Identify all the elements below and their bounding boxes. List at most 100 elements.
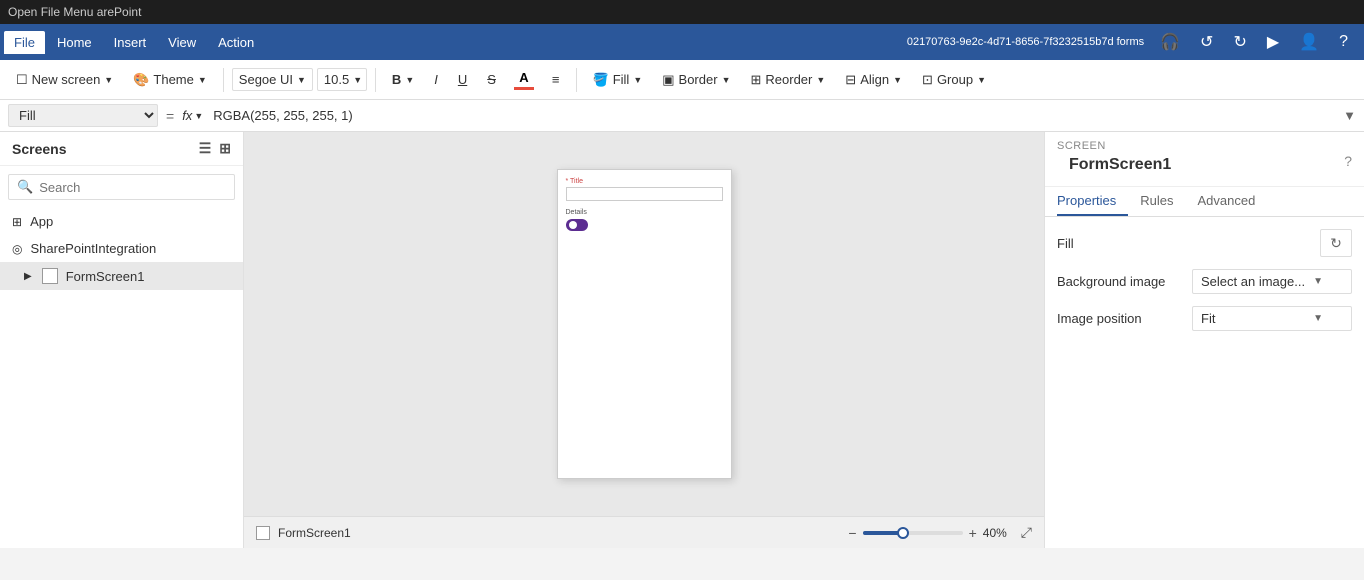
grid-view-icon[interactable]: ⊞ (219, 140, 231, 157)
search-box[interactable]: 🔍 (8, 174, 235, 200)
separator-1 (223, 68, 224, 92)
formula-input[interactable] (211, 106, 1335, 125)
font-family-dropdown[interactable]: Segoe UI ▼ (232, 68, 313, 91)
strike-label: S (487, 72, 496, 87)
title-bar-text: Open File Menu arePoint (8, 5, 141, 19)
background-image-chevron: ▼ (1313, 276, 1323, 287)
background-image-label: Background image (1057, 274, 1165, 289)
bold-button[interactable]: B ▼ (384, 68, 422, 91)
strikethrough-button[interactable]: S (479, 68, 504, 91)
menu-item-insert[interactable]: Insert (104, 31, 157, 54)
align-menu-icon: ⊟ (845, 72, 856, 88)
app-id-text: 02170763-9e2c-4d71-8656-7f3232515b7d for… (907, 36, 1144, 48)
tab-rules[interactable]: Rules (1140, 187, 1185, 216)
separator-2 (375, 68, 376, 92)
title-bar: Open File Menu arePoint (0, 0, 1364, 24)
fill-color-icon: ↻ (1330, 235, 1342, 252)
fill-label: Fill (1057, 236, 1074, 251)
sharepoint-item-label: SharePointIntegration (30, 241, 156, 256)
formula-expand-icon[interactable]: ▼ (1343, 108, 1356, 123)
reorder-button[interactable]: ⊞ Reorder ▼ (742, 68, 833, 92)
fill-color-button[interactable]: ↻ (1320, 229, 1352, 257)
tab-advanced[interactable]: Advanced (1198, 187, 1268, 216)
menu-item-action[interactable]: Action (208, 31, 264, 54)
theme-icon: 🎨 (133, 72, 149, 88)
fill-row: Fill ↻ (1057, 229, 1352, 257)
sidebar-item-formscreen1[interactable]: ▶ FormScreen1 (0, 262, 243, 290)
align-label: ≡ (552, 72, 560, 87)
reorder-label: Reorder (765, 72, 812, 87)
new-screen-icon: ☐ (16, 72, 28, 88)
new-screen-button[interactable]: ☐ New screen ▼ (8, 68, 121, 92)
menu-item-home[interactable]: Home (47, 31, 102, 54)
canvas-workspace[interactable]: * Title Details (244, 132, 1044, 516)
user-icon[interactable]: 👤 (1295, 30, 1323, 54)
zoom-slider[interactable] (863, 531, 963, 535)
align-menu-label: Align (860, 72, 889, 87)
font-family-value: Segoe UI (239, 72, 293, 87)
property-select[interactable]: Fill (8, 104, 158, 127)
reorder-icon: ⊞ (750, 72, 761, 88)
align-menu-button[interactable]: ⊟ Align ▼ (837, 68, 910, 92)
sidebar-item-app[interactable]: ⊞ App (0, 208, 243, 235)
list-view-icon[interactable]: ☰ (199, 140, 212, 157)
group-label: Group (937, 72, 973, 87)
sidebar-header-icons: ☰ ⊞ (199, 140, 231, 157)
phone-details-label: Details (566, 209, 723, 216)
undo-icon[interactable]: ↺ (1196, 30, 1217, 54)
zoom-slider-thumb (897, 527, 909, 539)
group-chevron: ▼ (977, 75, 986, 85)
border-button[interactable]: ▣ Border ▼ (654, 68, 738, 92)
fill-button[interactable]: 🪣 Fill ▼ (585, 68, 651, 92)
zoom-in-button[interactable]: + (969, 525, 977, 541)
border-icon: ▣ (662, 72, 674, 88)
headset-icon[interactable]: 🎧 (1156, 30, 1184, 54)
font-color-label: A (519, 70, 528, 85)
image-position-row: Image position Fit ▼ (1057, 306, 1352, 331)
sidebar-header: Screens ☰ ⊞ (0, 132, 243, 166)
font-color-button[interactable]: A (508, 68, 540, 92)
tab-properties[interactable]: Properties (1057, 187, 1128, 216)
play-icon[interactable]: ▶ (1263, 30, 1283, 54)
expand-canvas-button[interactable]: ⤢ (1021, 524, 1032, 541)
theme-chevron: ▼ (198, 75, 207, 85)
underline-label: U (458, 72, 467, 87)
formula-equals: = (166, 108, 174, 124)
bold-chevron: ▼ (405, 75, 414, 85)
menu-item-view[interactable]: View (158, 31, 206, 54)
sidebar-item-sharepoint[interactable]: ◎ SharePointIntegration (0, 235, 243, 262)
help-icon[interactable]: ? (1335, 31, 1352, 53)
search-icon: 🔍 (17, 179, 33, 195)
font-size-dropdown[interactable]: 10.5 ▼ (317, 68, 367, 91)
phone-frame: * Title Details (557, 169, 732, 479)
image-position-value: Fit (1201, 311, 1215, 326)
panel-tabs: Properties Rules Advanced (1045, 187, 1364, 217)
background-image-select[interactable]: Select an image... ▼ (1192, 269, 1352, 294)
italic-button[interactable]: I (426, 68, 446, 91)
canvas-statusbar: FormScreen1 − + 40% ⤢ (244, 516, 1044, 548)
background-image-row: Background image Select an image... ▼ (1057, 269, 1352, 294)
theme-button[interactable]: 🎨 Theme ▼ (125, 68, 215, 92)
menu-bar: File Home Insert View Action 02170763-9e… (0, 24, 1364, 60)
border-chevron: ▼ (722, 75, 731, 85)
search-input[interactable] (39, 180, 226, 195)
zoom-out-button[interactable]: − (848, 525, 856, 541)
align-button[interactable]: ≡ (544, 68, 568, 91)
menu-item-file[interactable]: File (4, 31, 45, 54)
image-position-select[interactable]: Fit ▼ (1192, 306, 1352, 331)
formula-bar: Fill = fx ▼ ▼ (0, 100, 1364, 132)
panel-help-icon[interactable]: ? (1344, 153, 1352, 169)
app-item-icon: ⊞ (12, 215, 22, 229)
separator-3 (576, 68, 577, 92)
expand-icon: ▶ (24, 271, 32, 282)
redo-icon[interactable]: ↻ (1229, 30, 1250, 54)
image-position-chevron: ▼ (1313, 313, 1323, 324)
formula-fx[interactable]: fx ▼ (182, 108, 203, 123)
underline-button[interactable]: U (450, 68, 475, 91)
status-screen-icon (256, 526, 270, 540)
sidebar: Screens ☰ ⊞ 🔍 ⊞ App ◎ SharePointIntegrat… (0, 132, 244, 548)
font-family-chevron: ▼ (297, 75, 306, 85)
right-panel: SCREEN FormScreen1 ? Properties Rules Ad… (1044, 132, 1364, 548)
reorder-chevron: ▼ (816, 75, 825, 85)
group-button[interactable]: ⊡ Group ▼ (914, 68, 994, 92)
